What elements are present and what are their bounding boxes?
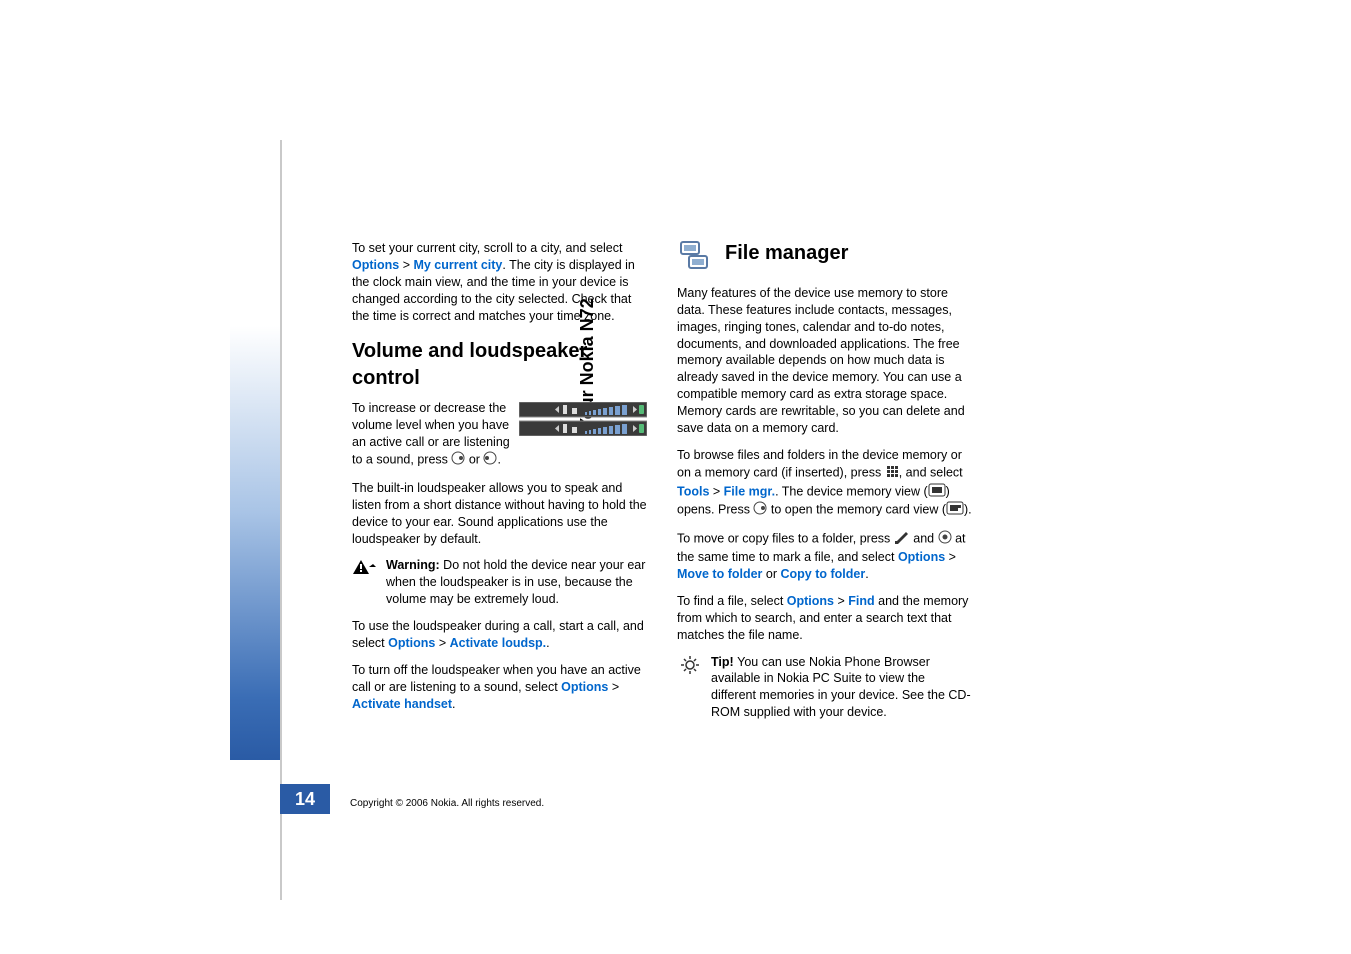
link-options: Options <box>388 636 435 650</box>
paragraph-browse-files: To browse files and folders in the devic… <box>677 447 972 521</box>
paragraph-find-file: To find a file, select Options > Find an… <box>677 593 972 644</box>
volume-bar-figure <box>519 402 647 441</box>
copyright-text: Copyright © 2006 Nokia. All rights reser… <box>350 798 544 809</box>
tip-block: Tip! You can use Nokia Phone Browser ava… <box>677 654 972 722</box>
paragraph-set-city: To set your current city, scroll to a ci… <box>352 240 647 324</box>
warning-label: Warning: <box>386 558 443 572</box>
paragraph-activate-loudspeaker: To use the loudspeaker during a call, st… <box>352 618 647 652</box>
warning-icon <box>352 557 378 608</box>
warning-block: Warning: Do not hold the device near you… <box>352 557 647 608</box>
link-file-mgr: File mgr. <box>724 484 775 498</box>
link-move-to-folder: Move to folder <box>677 567 762 581</box>
file-manager-app-icon <box>677 240 711 277</box>
scroll-right-icon <box>451 451 465 470</box>
tip-text: You can use Nokia Phone Browser availabl… <box>711 655 971 720</box>
memory-card-icon <box>946 501 964 520</box>
main-content: To set your current city, scroll to a ci… <box>352 240 972 731</box>
menu-key-icon <box>885 464 899 483</box>
right-column: File manager Many features of the device… <box>677 240 972 731</box>
page-number: 14 <box>280 784 330 814</box>
document-page: Your Nokia N72 To set your current city,… <box>280 140 1280 900</box>
paragraph-activate-handset: To turn off the loudspeaker when you hav… <box>352 662 647 713</box>
link-options: Options <box>787 594 834 608</box>
paragraph-memory-info: Many features of the device use memory t… <box>677 285 972 437</box>
scroll-left-icon <box>483 451 497 470</box>
link-options: Options <box>898 550 945 564</box>
heading-volume-loudspeaker: Volume and loudspeaker control <box>352 338 647 392</box>
scroll-right-icon <box>753 501 767 520</box>
link-copy-to-folder: Copy to folder <box>780 567 865 581</box>
link-activate-handset: Activate handset <box>352 697 452 711</box>
paragraph-move-copy: To move or copy files to a folder, press… <box>677 530 972 583</box>
left-column: To set your current city, scroll to a ci… <box>352 240 647 731</box>
side-gradient <box>230 140 280 760</box>
tip-label: Tip! <box>711 655 737 669</box>
device-memory-icon <box>928 483 946 502</box>
link-tools: Tools <box>677 484 709 498</box>
scroll-center-icon <box>938 530 952 549</box>
tip-icon <box>677 654 703 722</box>
link-find: Find <box>848 594 874 608</box>
link-my-current-city: My current city <box>413 258 502 272</box>
heading-file-manager: File manager <box>725 240 848 267</box>
link-options: Options <box>352 258 399 272</box>
edit-key-icon <box>894 530 910 549</box>
paragraph-loudspeaker-info: The built-in loudspeaker allows you to s… <box>352 480 647 548</box>
link-options: Options <box>561 680 608 694</box>
link-activate-loudsp: Activate loudsp. <box>450 636 547 650</box>
